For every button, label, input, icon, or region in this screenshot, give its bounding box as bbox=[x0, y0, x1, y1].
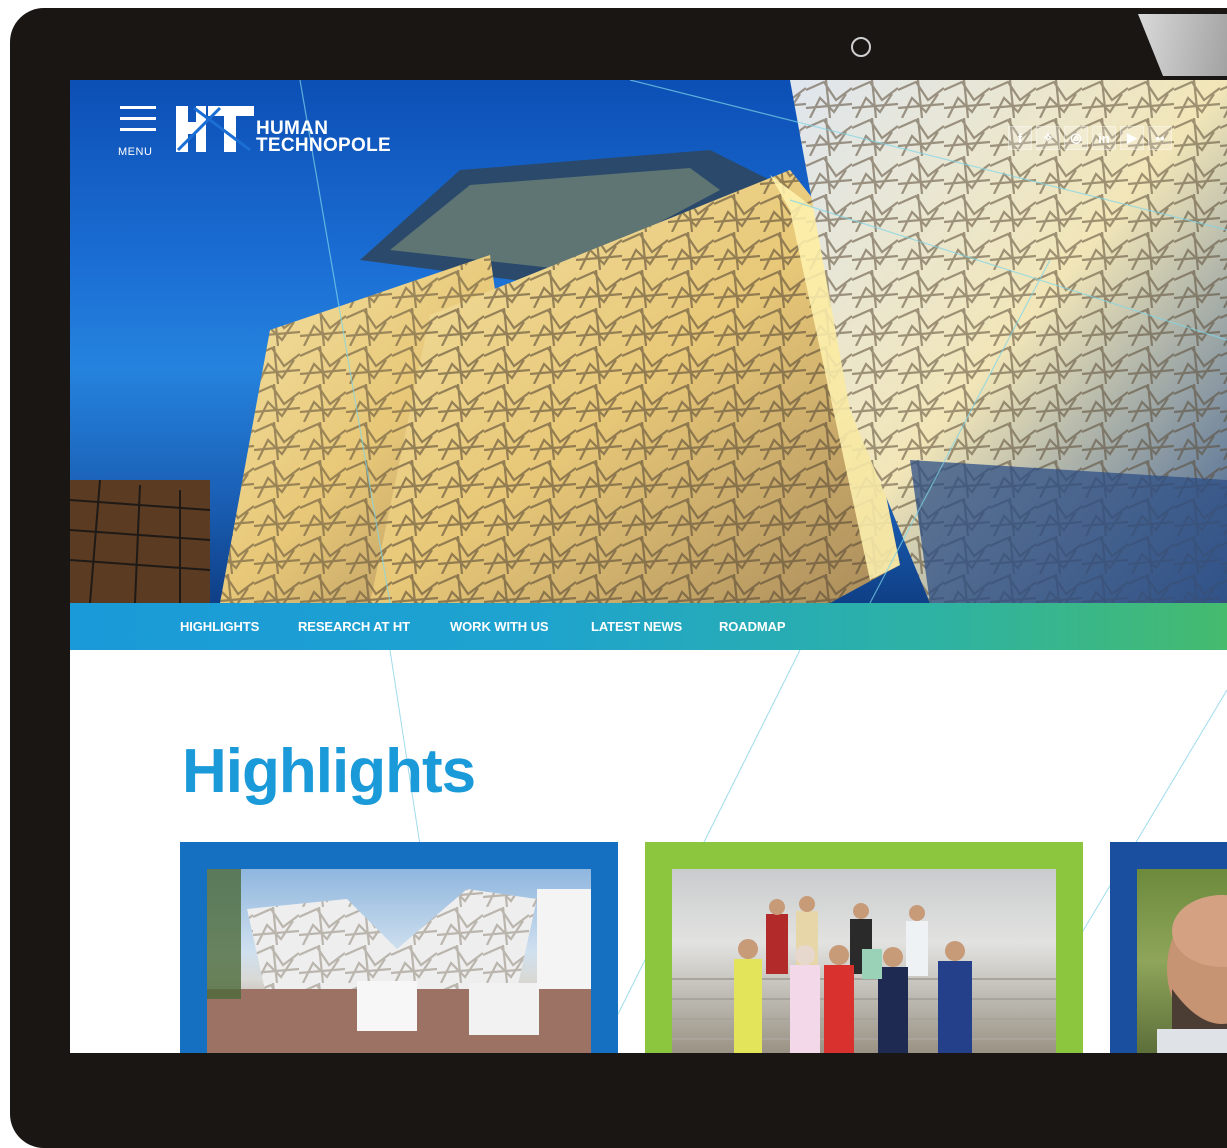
highlight-card-2[interactable] bbox=[645, 842, 1083, 1053]
nav-item-roadmap[interactable]: ROADMAP bbox=[719, 619, 786, 634]
nav-item-highlights[interactable]: HIGHLIGHTS bbox=[180, 619, 259, 634]
portrait-image bbox=[1157, 895, 1227, 1053]
youtube-icon[interactable]: ▶ bbox=[1120, 126, 1144, 150]
webcam-icon bbox=[851, 37, 871, 57]
instagram-icon[interactable]: ◎ bbox=[1064, 126, 1088, 150]
highlight-photo-group bbox=[672, 869, 1056, 1053]
section-nav: HIGHLIGHTS RESEARCH AT HT WORK WITH US L… bbox=[70, 603, 1227, 650]
nav-item-work-with-us[interactable]: WORK WITH US bbox=[450, 619, 549, 634]
social-links: f ✧ ◎ in ▶ •• bbox=[1008, 126, 1172, 150]
twitter-icon[interactable]: ✧ bbox=[1036, 126, 1060, 150]
highlight-photo-building bbox=[207, 869, 591, 1053]
facebook-icon[interactable]: f bbox=[1008, 126, 1032, 150]
menu-label: MENU bbox=[118, 146, 153, 158]
section-title-highlights: Highlights bbox=[182, 737, 476, 806]
ht-logo-mark-icon bbox=[176, 106, 254, 152]
linkedin-icon[interactable]: in bbox=[1092, 126, 1116, 150]
highlight-photo-portrait bbox=[1137, 869, 1227, 1053]
nav-item-latest-news[interactable]: LATEST NEWS bbox=[591, 619, 682, 634]
building-lattice-image bbox=[207, 869, 591, 1053]
menu-button[interactable]: MENU bbox=[118, 102, 158, 158]
nav-item-research[interactable]: RESEARCH AT HT bbox=[298, 619, 410, 634]
flickr-icon[interactable]: •• bbox=[1148, 126, 1172, 150]
highlight-card-1[interactable] bbox=[180, 842, 618, 1053]
highlight-card-3[interactable] bbox=[1110, 842, 1227, 1053]
hero-banner: MENU HUMAN TECHNOPOLE f ✧ ◎ in ▶ •• bbox=[70, 80, 1227, 603]
hamburger-icon-bar bbox=[120, 117, 156, 120]
group-photo-image bbox=[672, 896, 1056, 1053]
browser-viewport: MENU HUMAN TECHNOPOLE f ✧ ◎ in ▶ •• HIGH… bbox=[70, 80, 1227, 1053]
logo-line-technopole: TECHNOPOLE bbox=[256, 135, 391, 156]
hamburger-icon-bar bbox=[120, 128, 156, 131]
human-technopole-logo[interactable]: HUMAN TECHNOPOLE bbox=[174, 102, 414, 162]
hamburger-icon bbox=[120, 106, 156, 109]
logo-wordmark: HUMAN TECHNOPOLE bbox=[256, 119, 391, 156]
